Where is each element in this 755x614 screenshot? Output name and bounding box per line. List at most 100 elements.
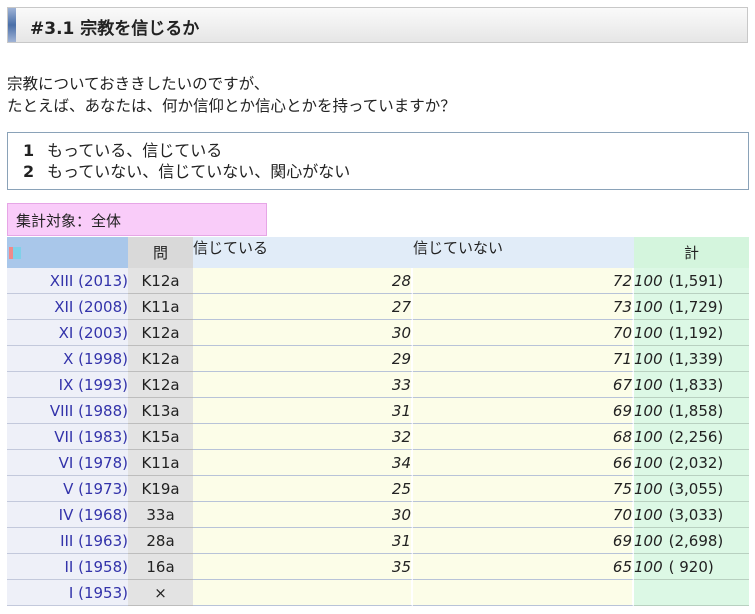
question-column-header: 問	[128, 237, 193, 268]
not-believe-value-cell: 67	[413, 372, 634, 398]
not-believe-value-cell: 71	[413, 346, 634, 372]
question-line: 宗教についておききしたいのですが、	[7, 75, 270, 93]
question-id-cell: K12a	[128, 268, 193, 294]
table-row: II (1958) 16a 35 65 100 ( 920)	[7, 554, 749, 580]
survey-wave-link[interactable]: XI (2003)	[7, 320, 128, 346]
believe-value-cell: 33	[193, 372, 413, 398]
sample-size: (3,055)	[668, 479, 724, 498]
question-line: たとえば、あなたは、何か信仰とか信心とかを持っていますか？	[7, 97, 456, 115]
choice-number: 2	[23, 162, 35, 181]
survey-wave-link[interactable]: III (1963)	[7, 528, 128, 554]
aggregation-target-label: 集計対象：全体	[7, 203, 267, 236]
total-percent: 100	[634, 427, 663, 446]
believe-value-cell: 30	[193, 502, 413, 528]
table-row: VI (1978) K11a 34 66 100 (2,032)	[7, 450, 749, 476]
total-cell: 100 (1,833)	[634, 372, 749, 398]
believe-value-cell: 29	[193, 346, 413, 372]
not-believe-value-cell: 70	[413, 320, 634, 346]
total-percent: 100	[634, 531, 663, 550]
total-cell: 100 (2,032)	[634, 450, 749, 476]
believe-value-cell: 31	[193, 398, 413, 424]
total-cell: 100 ( 920)	[634, 554, 749, 580]
total-cell: 100 (3,055)	[634, 476, 749, 502]
table-row: IX (1993) K12a 33 67 100 (1,833)	[7, 372, 749, 398]
survey-wave-link[interactable]: I (1953)	[7, 580, 128, 606]
total-percent: 100	[634, 375, 663, 394]
not-believe-value-cell: 73	[413, 294, 634, 320]
sample-size: (1,192)	[668, 323, 724, 342]
table-body: XIII (2013) K12a 28 72 100 (1,591) XII (2008) K…	[7, 268, 749, 606]
total-cell	[634, 580, 749, 606]
table-row: X (1998) K12a 29 71 100 (1,339)	[7, 346, 749, 372]
believe-column-header: 信じている	[193, 237, 413, 268]
not-believe-value-cell: 69	[413, 528, 634, 554]
sample-size: (2,256)	[668, 427, 724, 446]
total-percent: 100	[634, 479, 663, 498]
table-corner-header[interactable]	[7, 237, 128, 268]
page-title: #3.1 宗教を信じるか	[30, 19, 200, 39]
table-row: III (1963) 28a 31 69 100 (2,698)	[7, 528, 749, 554]
title-accent-bar	[8, 8, 16, 42]
not-believe-value-cell	[413, 580, 634, 606]
question-id-cell: 33a	[128, 502, 193, 528]
believe-value-cell: 31	[193, 528, 413, 554]
not-believe-column-header: 信じていない	[413, 237, 634, 268]
survey-wave-link[interactable]: XII (2008)	[7, 294, 128, 320]
table-row: VIII (1988) K13a 31 69 100 (1,858)	[7, 398, 749, 424]
total-cell: 100 (1,339)	[634, 346, 749, 372]
total-cell: 100 (1,591)	[634, 268, 749, 294]
survey-wave-link[interactable]: V (1973)	[7, 476, 128, 502]
table-header-row: 問 信じている 信じていない 計	[7, 237, 749, 268]
survey-wave-link[interactable]: VIII (1988)	[7, 398, 128, 424]
total-percent: 100	[634, 349, 663, 368]
question-id-cell: K12a	[128, 346, 193, 372]
not-believe-value-cell: 70	[413, 502, 634, 528]
sample-size: (2,698)	[668, 531, 724, 550]
table-row: IV (1968) 33a 30 70 100 (3,033)	[7, 502, 749, 528]
total-percent: 100	[634, 505, 663, 524]
table-row: XII (2008) K11a 27 73 100 (1,729)	[7, 294, 749, 320]
answer-choices-box: 1 もっている、信じている 2 もっていない、信じていない、関心がない	[7, 132, 749, 190]
question-id-cell: K15a	[128, 424, 193, 450]
total-percent: 100	[634, 557, 663, 576]
not-believe-value-cell: 68	[413, 424, 634, 450]
question-id-cell: K11a	[128, 450, 193, 476]
chart-toggle-icon[interactable]	[9, 247, 21, 259]
not-believe-value-cell: 66	[413, 450, 634, 476]
survey-wave-link[interactable]: XIII (2013)	[7, 268, 128, 294]
question-id-cell: K13a	[128, 398, 193, 424]
results-table: 問 信じている 信じていない 計 XIII (2013) K12a 28 72 100(…	[7, 237, 749, 606]
question-id-cell: K11a	[128, 294, 193, 320]
believe-value-cell: 32	[193, 424, 413, 450]
sample-size: ( 920)	[668, 557, 714, 576]
survey-wave-link[interactable]: VI (1978)	[7, 450, 128, 476]
total-cell: 100 (1,729)	[634, 294, 749, 320]
question-id-cell: K12a	[128, 372, 193, 398]
choice-label: もっている、信じている	[47, 141, 223, 160]
table-row: I (1953) ×	[7, 580, 749, 606]
question-id-cell: K19a	[128, 476, 193, 502]
total-percent: 100	[634, 297, 663, 316]
believe-value-cell: 30	[193, 320, 413, 346]
survey-wave-link[interactable]: X (1998)	[7, 346, 128, 372]
sample-size: (2,032)	[668, 453, 724, 472]
total-percent: 100	[634, 271, 663, 290]
choice-number: 1	[23, 141, 35, 160]
total-percent: 100	[634, 401, 663, 420]
question-id-cell: 16a	[128, 554, 193, 580]
survey-wave-link[interactable]: VII (1983)	[7, 424, 128, 450]
sample-size: (1,591)	[668, 271, 724, 290]
choice-label: もっていない、信じていない、関心がない	[47, 162, 351, 181]
survey-wave-link[interactable]: IX (1993)	[7, 372, 128, 398]
question-text: 宗教についておききしたいのですが、 たとえば、あなたは、何か信仰とか信心とかを持…	[7, 73, 456, 117]
question-id-cell: 28a	[128, 528, 193, 554]
survey-wave-link[interactable]: II (1958)	[7, 554, 128, 580]
table-row: XI (2003) K12a 30 70 100 (1,192)	[7, 320, 749, 346]
survey-wave-link[interactable]: IV (1968)	[7, 502, 128, 528]
not-believe-value-cell: 65	[413, 554, 634, 580]
table-row: V (1973) K19a 25 75 100 (3,055)	[7, 476, 749, 502]
choice-item: 1 もっている、信じている	[23, 140, 748, 161]
believe-value-cell: 25	[193, 476, 413, 502]
not-believe-value-cell: 72	[413, 268, 634, 294]
sample-size: (1,833)	[668, 375, 724, 394]
